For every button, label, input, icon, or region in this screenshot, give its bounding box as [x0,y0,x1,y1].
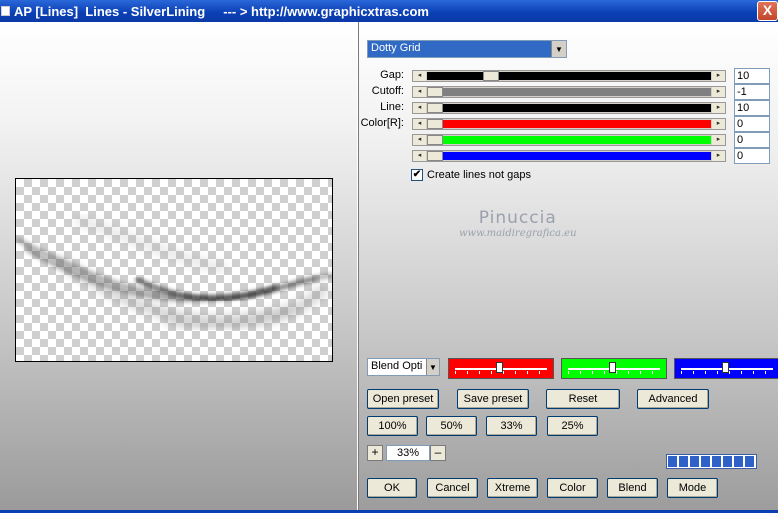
slider-knob[interactable] [722,362,729,373]
left-arrow-icon[interactable]: ◂ [413,71,426,81]
watermark: Pinuccia www.maidiregrafica.eu [459,208,577,239]
param-slider[interactable]: ◂ ▸ [412,118,726,130]
left-arrow-icon[interactable]: ◂ [413,151,426,161]
progress-indicator [666,454,757,469]
slider-fill [427,104,711,112]
param-value-field[interactable]: 10 [734,100,770,116]
progress-segment [668,456,677,467]
slider-thumb[interactable] [427,119,443,129]
slider-thumb[interactable] [427,151,443,161]
close-button[interactable]: X [757,1,778,21]
controls-pane: Dotty Grid ▼ Gap: ◂ ▸ 10 Cutoff: ◂ ▸ -1 Line: ◂ ▸ 1… [359,22,778,513]
slider-thumb[interactable] [427,135,443,145]
reset-button[interactable]: Reset [546,389,620,409]
cancel-button[interactable]: Cancel [427,478,478,498]
left-arrow-icon[interactable]: ◂ [413,87,426,97]
zoom-in-button[interactable]: + [367,445,383,461]
chevron-down-icon[interactable]: ▼ [551,41,566,57]
preset-dropdown[interactable]: Dotty Grid ▼ [367,40,567,58]
create-lines-option[interactable]: ✔ Create lines not gaps [411,169,531,181]
blend-options-value: Blend Opti [371,360,423,372]
progress-segment [679,456,688,467]
slider-fill [427,88,711,96]
param-row: Gap: ◂ ▸ 10 [359,68,778,84]
right-arrow-icon[interactable]: ▸ [712,151,725,161]
param-slider[interactable]: ◂ ▸ [412,70,726,82]
param-label: Line: [380,101,404,113]
left-arrow-icon[interactable]: ◂ [413,119,426,129]
right-arrow-icon[interactable]: ▸ [712,71,725,81]
blend-button[interactable]: Blend [607,478,658,498]
slider-fill [427,72,711,80]
param-slider[interactable]: ◂ ▸ [412,86,726,98]
param-value-field[interactable]: 10 [734,68,770,84]
progress-segment [701,456,710,467]
param-label: Gap: [380,69,404,81]
blend-options-dropdown[interactable]: Blend Opti ▼ [367,358,440,376]
param-slider[interactable]: ◂ ▸ [412,150,726,162]
watermark-url: www.maidiregrafica.eu [459,228,577,239]
mode-button[interactable]: Mode [667,478,718,498]
blue-blend-slider[interactable] [674,358,778,379]
param-value-field[interactable]: 0 [734,116,770,132]
red-blend-slider[interactable] [448,358,554,379]
preview-canvas[interactable] [15,178,333,362]
param-value-field[interactable]: 0 [734,132,770,148]
param-value-field[interactable]: 0 [734,148,770,164]
param-label: Cutoff: [371,85,404,97]
zoom-out-button[interactable]: – [430,445,446,461]
save-preset-button[interactable]: Save preset [457,389,529,409]
watermark-name: Pinuccia [478,208,557,228]
app-icon [1,6,10,16]
create-lines-label: Create lines not gaps [427,169,531,181]
zoom-100-button[interactable]: 100% [367,416,418,436]
slider-thumb[interactable] [427,103,443,113]
zoom-50-button[interactable]: 50% [426,416,477,436]
slider-knob[interactable] [496,362,503,373]
param-row: ◂ ▸ 0 [359,148,778,164]
param-slider[interactable]: ◂ ▸ [412,102,726,114]
progress-segment [723,456,732,467]
left-arrow-icon[interactable]: ◂ [413,135,426,145]
progress-segment [690,456,699,467]
slider-knob[interactable] [609,362,616,373]
title-bar: AP [Lines] Lines - SilverLining --- > ht… [0,0,778,22]
param-row: ◂ ▸ 0 [359,132,778,148]
progress-segment [734,456,743,467]
zoom-33-button[interactable]: 33% [486,416,537,436]
right-arrow-icon[interactable]: ▸ [712,119,725,129]
slider-thumb[interactable] [427,87,443,97]
param-slider[interactable]: ◂ ▸ [412,134,726,146]
param-row: Color[R]: ◂ ▸ 0 [359,116,778,132]
preset-dropdown-value: Dotty Grid [368,41,551,57]
create-lines-checkbox[interactable]: ✔ [411,169,423,181]
slider-fill [427,136,711,144]
progress-segment [712,456,721,467]
zoom-25-button[interactable]: 25% [547,416,598,436]
right-arrow-icon[interactable]: ▸ [712,103,725,113]
slider-thumb[interactable] [483,71,499,81]
left-arrow-icon[interactable]: ◂ [413,103,426,113]
slider-fill [427,120,711,128]
slider-fill [427,152,711,160]
xtreme-button[interactable]: Xtreme [487,478,538,498]
chevron-down-icon[interactable]: ▼ [426,359,439,375]
ok-button[interactable]: OK [367,478,417,498]
open-preset-button[interactable]: Open preset [367,389,439,409]
param-row: Line: ◂ ▸ 10 [359,100,778,116]
param-row: Cutoff: ◂ ▸ -1 [359,84,778,100]
zoom-level-field[interactable]: 33% [386,445,430,461]
param-value-field[interactable]: -1 [734,84,770,100]
advanced-button[interactable]: Advanced [637,389,709,409]
preview-pane [0,22,357,513]
color-button[interactable]: Color [547,478,598,498]
window-title: AP [Lines] Lines - SilverLining --- > ht… [14,3,429,19]
right-arrow-icon[interactable]: ▸ [712,87,725,97]
right-arrow-icon[interactable]: ▸ [712,135,725,145]
param-label: Color[R]: [360,117,404,129]
preview-lines-graphic [16,216,332,332]
progress-segment [745,456,754,467]
green-blend-slider[interactable] [561,358,667,379]
